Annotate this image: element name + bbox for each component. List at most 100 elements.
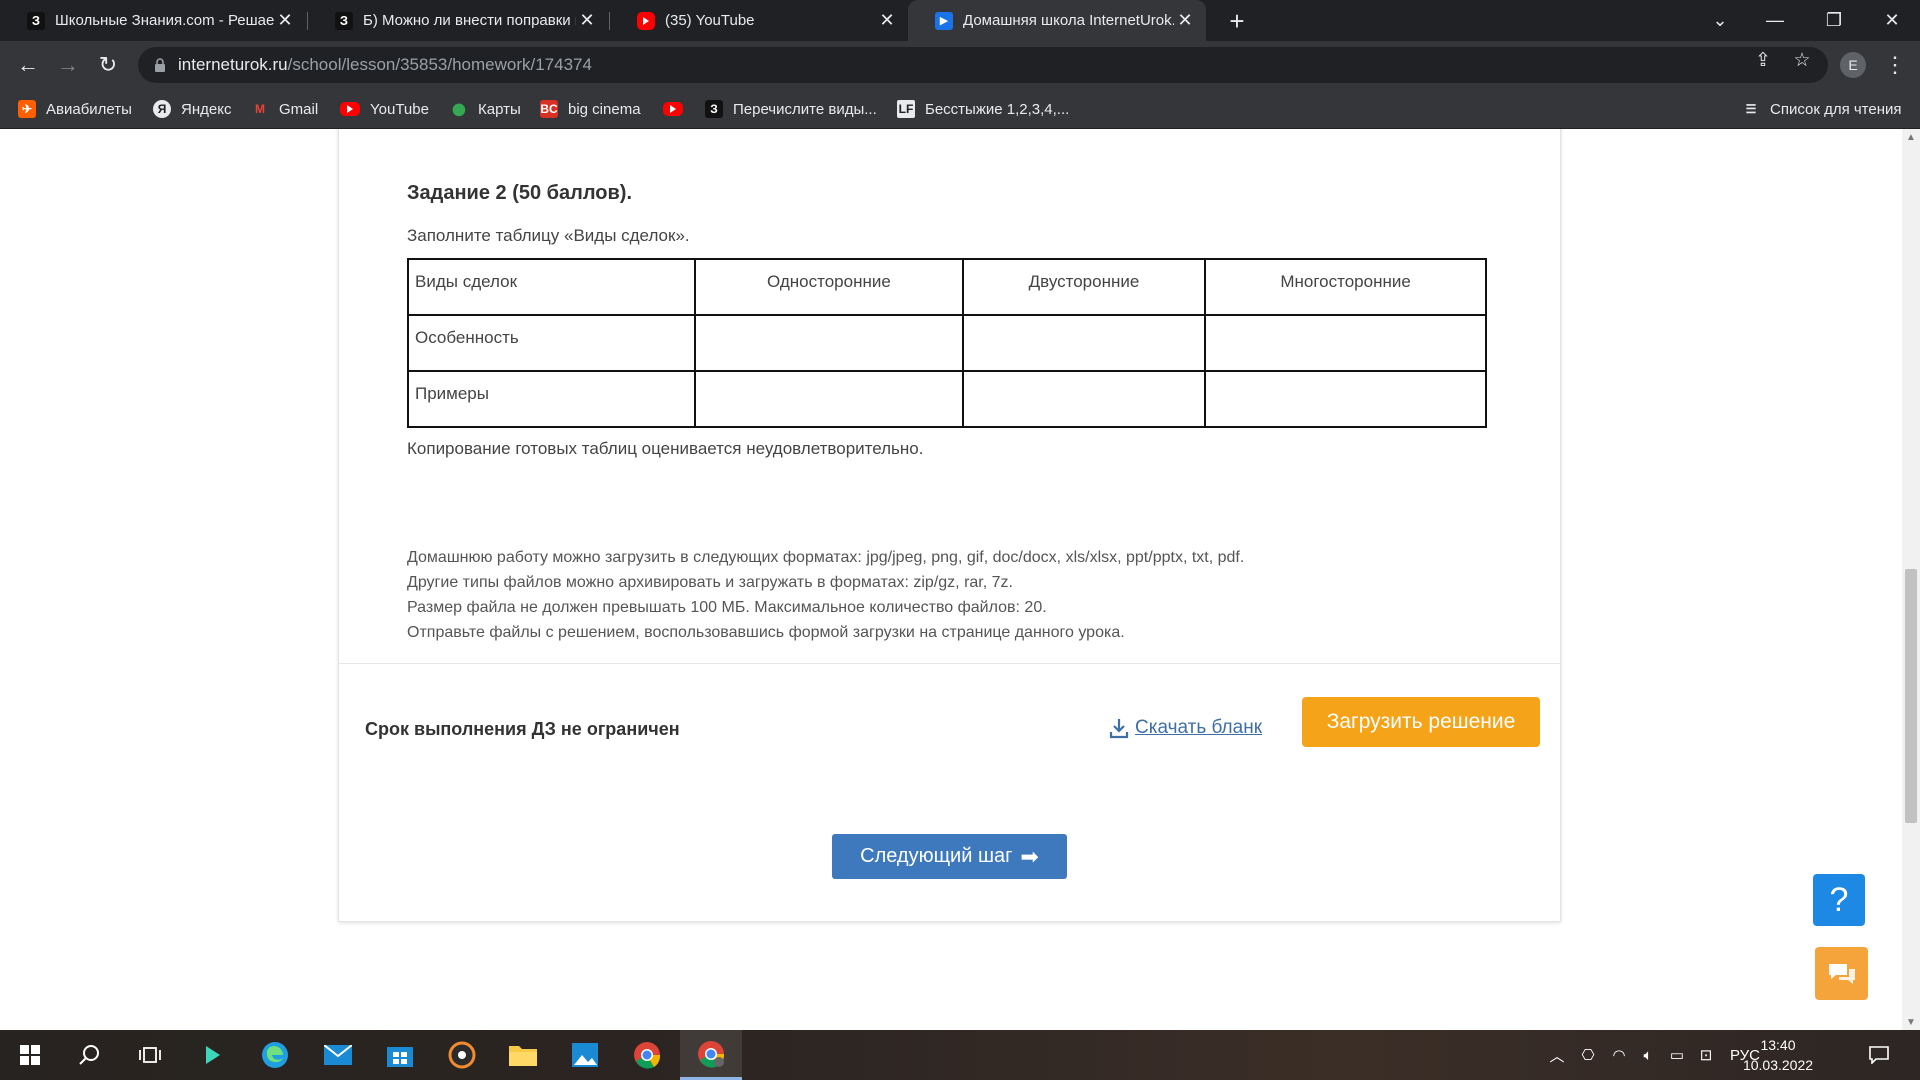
youtube-icon (663, 102, 683, 116)
download-icon (1109, 719, 1129, 739)
task-view-button[interactable] (120, 1030, 180, 1080)
bookmark-label: Карты (478, 100, 521, 118)
wifi-icon[interactable]: ◠ (1606, 1030, 1632, 1080)
tray-chevron-icon[interactable]: ︿ (1545, 1030, 1569, 1080)
znaniya-icon: З (705, 100, 723, 118)
bookmark-youtube[interactable]: YouTube (340, 89, 429, 129)
table-cell (694, 314, 964, 372)
edge-icon (262, 1042, 288, 1068)
search-button[interactable] (60, 1030, 120, 1080)
app-photos[interactable] (555, 1030, 615, 1080)
scroll-up-icon[interactable]: ▲ (1905, 131, 1917, 143)
app-media-player[interactable] (432, 1030, 492, 1080)
media-player-icon (448, 1041, 476, 1069)
notifications-icon[interactable] (1862, 1030, 1896, 1080)
windows-taskbar: ︿ ⎔ ◠ 🔈︎ ▭ ⊡ РУС 13:40 10.03.2022 (0, 1030, 1920, 1080)
search-icon (79, 1045, 99, 1065)
close-tab-icon[interactable]: ✕ (876, 10, 898, 32)
start-button[interactable] (0, 1030, 60, 1080)
download-blank-link[interactable]: Скачать бланк (1109, 717, 1262, 739)
back-icon[interactable]: ← (12, 49, 44, 81)
mail-icon (324, 1045, 352, 1065)
store-icon (387, 1047, 413, 1067)
table-row-label: Примеры (407, 370, 696, 428)
page-viewport: Задание 2 (50 баллов). Заполните таблицу… (0, 129, 1920, 1030)
app-mail[interactable] (308, 1030, 368, 1080)
tab-interneturok[interactable]: ▶ Домашняя школа InternetUrok.r ✕ (908, 0, 1206, 41)
new-tab-button[interactable]: + (1222, 6, 1252, 36)
youtube-icon (637, 11, 655, 30)
upload-solution-button[interactable]: Загрузить решение (1302, 697, 1540, 747)
app-filmora[interactable] (183, 1030, 243, 1080)
bookmark-gmail[interactable]: M Gmail (251, 89, 318, 129)
lock-icon (154, 58, 166, 72)
scroll-down-icon[interactable]: ▼ (1905, 1016, 1917, 1028)
bookmark-znaniya[interactable]: З Перечислите виды... (705, 89, 877, 129)
bookmark-big-cinema[interactable]: BC big cinema (540, 89, 641, 129)
scrollbar-thumb[interactable] (1905, 569, 1917, 823)
bookmark-youtube-2[interactable] (663, 89, 693, 129)
bookmark-aviabilety[interactable]: ✈ Авиабилеты (18, 89, 132, 129)
table-cell (1204, 314, 1487, 372)
clock[interactable]: 13:40 10.03.2022 (1740, 1035, 1816, 1075)
chat-button[interactable] (1815, 947, 1868, 1000)
page-scrollbar[interactable]: ▲ ▼ (1902, 129, 1920, 1030)
tab-youtube[interactable]: (35) YouTube ✕ (610, 0, 908, 41)
table-cell (694, 370, 964, 428)
close-tab-icon[interactable]: ✕ (576, 10, 598, 32)
table-cell (961, 370, 1207, 428)
tab-search-icon[interactable]: ⌄ (1690, 0, 1750, 41)
address-bar[interactable]: interneturok.ru/school/lesson/35853/home… (138, 47, 1828, 83)
bookmarks-bar: ✈ Авиабилеты Я Яндекс M Gmail YouTube ⬤ … (0, 89, 1920, 129)
card-divider (339, 663, 1560, 664)
table-header-cell: Многосторонние (1204, 258, 1487, 316)
bookmark-besstyzhie[interactable]: LF Бесстыжие 1,2,3,4,... (897, 89, 1069, 129)
formats-line: Другие типы файлов можно архивировать и … (407, 574, 1013, 591)
tab-znaniya[interactable]: З Школьные Знания.com - Решае ✕ (0, 0, 306, 41)
close-tab-icon[interactable]: ✕ (274, 10, 296, 32)
help-button[interactable]: ? (1813, 874, 1865, 926)
copy-warning: Копирование готовых таблиц оценивается н… (407, 439, 924, 458)
deadline-text: Срок выполнения ДЗ не ограничен (365, 719, 680, 739)
reading-list[interactable]: ☰ Список для чтения (1742, 89, 1902, 129)
close-tab-icon[interactable]: ✕ (1174, 10, 1196, 32)
volume-icon[interactable]: 🔈︎ (1636, 1030, 1660, 1080)
share-icon[interactable]: ⇪ (1750, 47, 1776, 73)
forward-icon[interactable]: → (52, 49, 84, 81)
bookmark-maps[interactable]: ⬤ Карты (450, 89, 521, 129)
app-store[interactable] (370, 1030, 430, 1080)
aviasales-icon: ✈ (18, 100, 36, 118)
clock-time: 13:40 (1760, 1037, 1796, 1053)
app-chrome-profile[interactable] (680, 1030, 742, 1080)
minimize-icon[interactable]: — (1745, 0, 1805, 41)
chat-icon (1828, 963, 1855, 984)
app-chrome[interactable] (617, 1030, 677, 1080)
meet-now-icon[interactable]: ⎔ (1576, 1030, 1600, 1080)
browser-tab-strip: З Школьные Знания.com - Решае ✕ З Б) Мож… (0, 0, 1920, 41)
deals-table: Виды сделок Односторонние Двусторонние М… (407, 258, 1487, 428)
table-header-cell: Виды сделок (407, 258, 696, 316)
url-text[interactable]: interneturok.ru/school/lesson/35853/home… (178, 55, 592, 75)
chrome-icon (634, 1042, 661, 1069)
bookmark-yandex[interactable]: Я Яндекс (153, 89, 231, 129)
close-window-icon[interactable]: ✕ (1862, 0, 1920, 41)
bookmark-label: Авиабилеты (46, 100, 132, 118)
browser-menu-icon[interactable]: ⋮ (1880, 49, 1910, 81)
clock-date: 10.03.2022 (1742, 1057, 1814, 1073)
bookmark-star-icon[interactable]: ☆ (1789, 47, 1815, 73)
network-icon[interactable]: ⊡ (1694, 1030, 1718, 1080)
table-header-cell: Двусторонние (961, 258, 1207, 316)
browser-toolbar: ← → ↻ interneturok.ru/school/lesson/3585… (0, 41, 1920, 89)
task-description: Заполните таблицу «Виды сделок». (407, 226, 690, 245)
battery-icon[interactable]: ▭ (1664, 1030, 1690, 1080)
app-edge[interactable] (245, 1030, 305, 1080)
next-step-button[interactable]: Следующий шаг ➡ (832, 834, 1067, 879)
restore-icon[interactable]: ❐ (1804, 0, 1864, 41)
bookmark-label: YouTube (370, 100, 429, 118)
reload-icon[interactable]: ↻ (92, 49, 124, 81)
table-cell (961, 314, 1207, 372)
table-cell (1204, 370, 1487, 428)
profile-avatar[interactable]: E (1840, 52, 1866, 78)
tab-znaniya-2[interactable]: З Б) Можно ли внести поправки в ✕ (308, 0, 608, 41)
app-file-explorer[interactable] (493, 1030, 553, 1080)
